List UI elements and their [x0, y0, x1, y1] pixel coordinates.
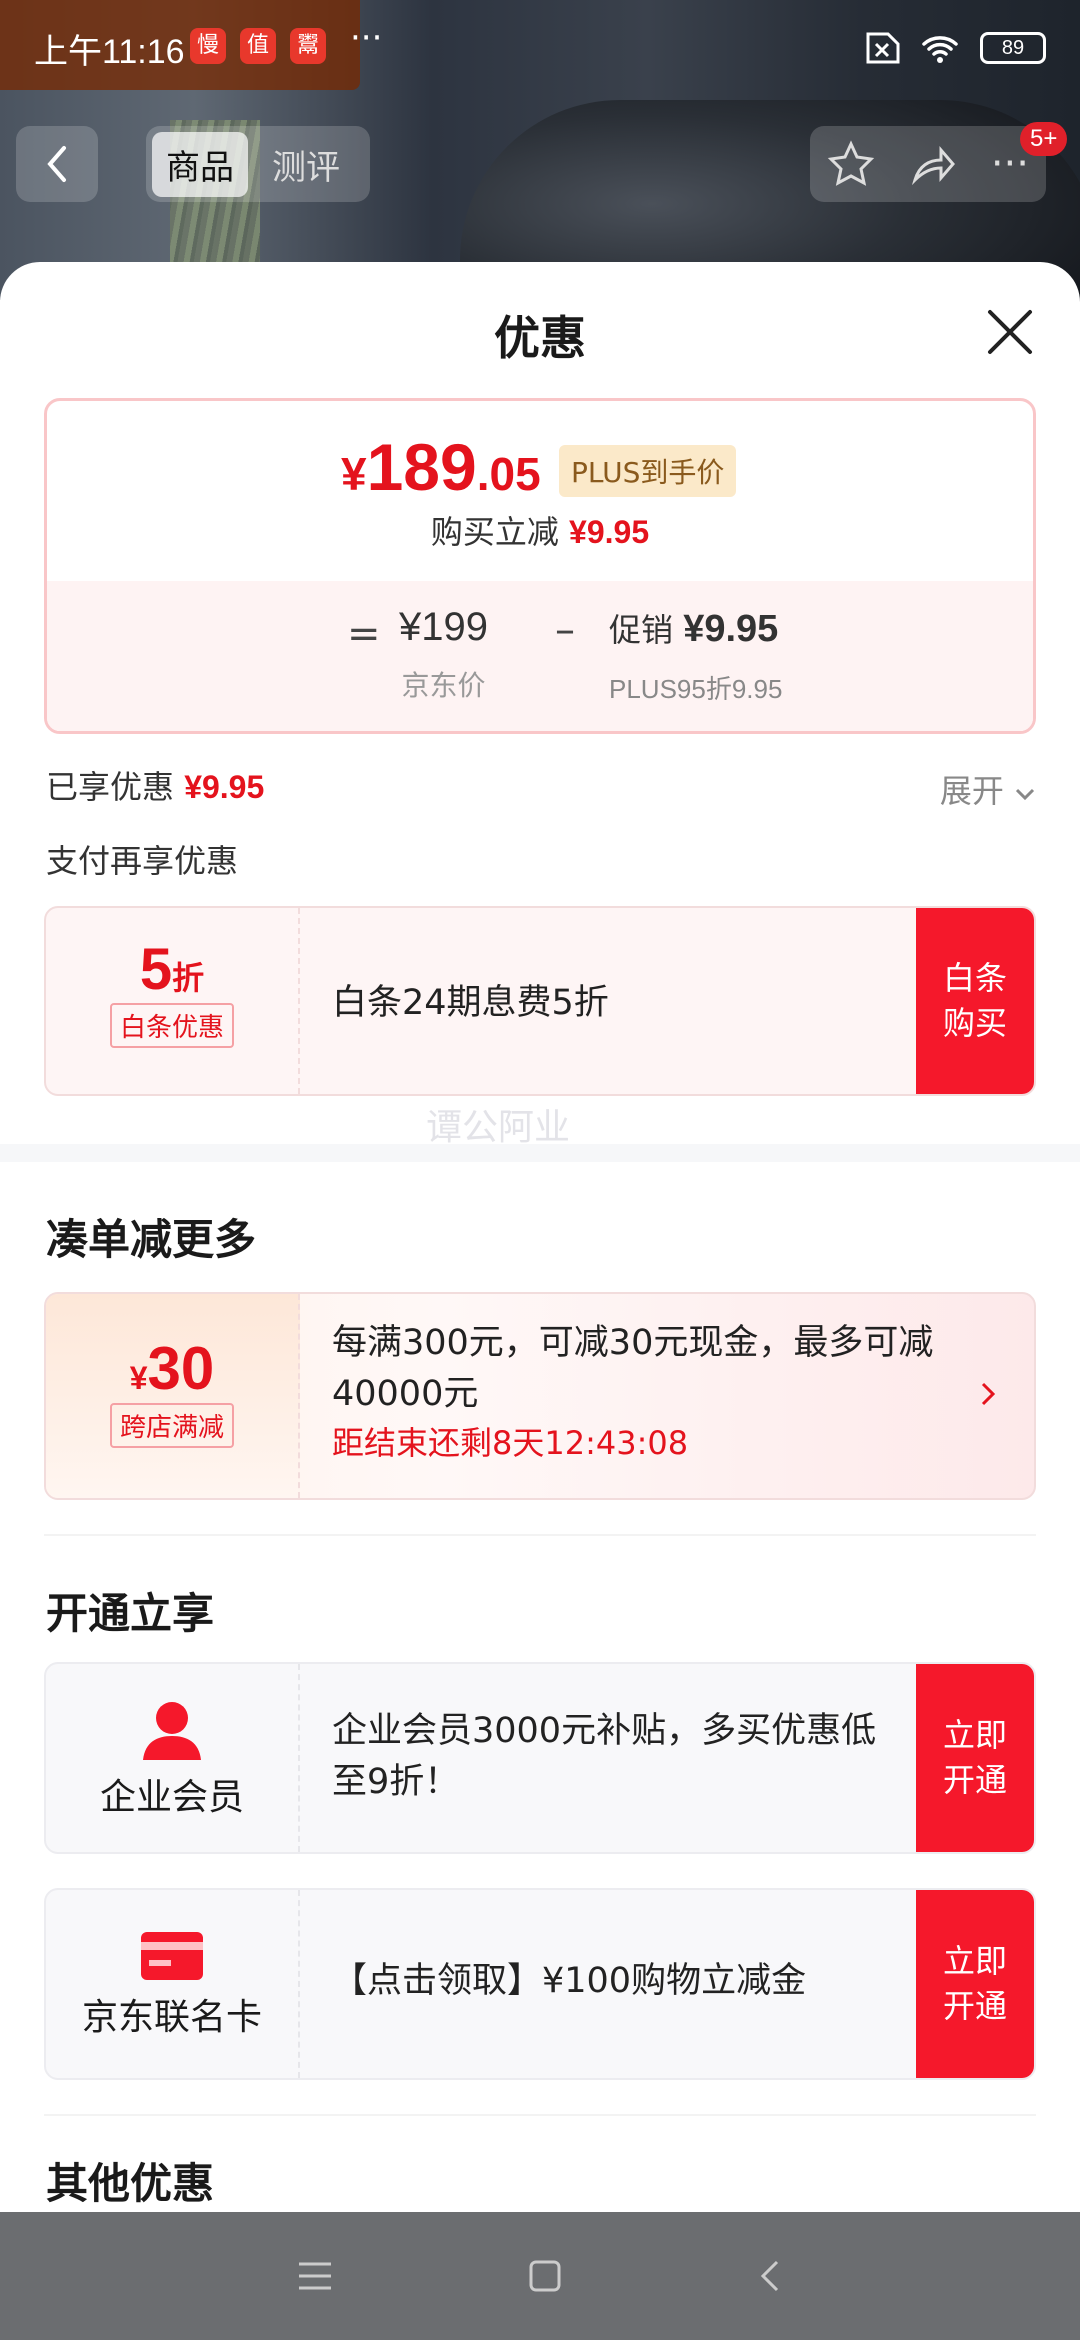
battery-icon: 89 [980, 32, 1046, 64]
user-icon [143, 1702, 201, 1760]
cross-store-tag: 跨店满减 [109, 1403, 234, 1448]
section-title-more: 凑单减更多 [46, 1215, 257, 1264]
countdown-timer: 距结束还剩8天12:43:08 [332, 1423, 689, 1462]
message-badge: 5+ [1020, 122, 1068, 156]
home-icon[interactable] [525, 2256, 565, 2296]
menu-icon[interactable] [295, 2258, 335, 2294]
cobrand-open-button[interactable]: 立即 开通 [916, 1890, 1034, 2078]
cobrand-card[interactable]: 京东联名卡 【点击领取】¥100购物立减金 立即 开通 [44, 1888, 1036, 2080]
credit-card-icon [141, 1932, 203, 1980]
cobrand-desc: 【点击领取】¥100购物立减金 [332, 1961, 807, 2001]
equals-sign: = [347, 611, 381, 657]
jd-price-label: 京东价 [401, 669, 486, 702]
watermark: 谭公阿业 [426, 1107, 571, 1148]
section-title-other: 其他优惠 [46, 2159, 215, 2208]
price-breakdown-card: ¥189.05 PLUS到手价 购买立减 ¥9.95 = ¥199 京东价 – … [44, 398, 1036, 734]
system-nav-bar [0, 2212, 1080, 2340]
wifi-icon [922, 36, 958, 63]
enterprise-desc: 企业会员3000元补贴，多买优惠低至9折！ [332, 1711, 877, 1802]
promo-block: 促销 ¥9.95 PLUS95折9.95 [563, 605, 782, 706]
purchase-reduction: 购买立减 ¥9.95 [430, 513, 650, 551]
price-formula: = ¥199 京东价 – 促销 ¥9.95 PLUS95折9.95 [47, 581, 1033, 731]
status-time: 上午11:16 [34, 33, 185, 71]
promo-label: 促销 [609, 611, 674, 649]
star-icon[interactable] [827, 140, 875, 188]
enterprise-open-button[interactable]: 立即 开通 [916, 1664, 1034, 1852]
promo-value: ¥9.95 [683, 608, 779, 650]
cross-store-info: 每满300元，可减30元现金，最多可减40000元 距结束还剩8天12:43:0… [332, 1318, 942, 1466]
divider [44, 1534, 1036, 1536]
expand-button[interactable]: 展开 [940, 766, 1036, 812]
close-icon[interactable] [980, 302, 1040, 362]
enterprise-label: 企业会员 [99, 1777, 244, 1818]
baitiao-tag: 白条优惠 [109, 1003, 234, 1048]
sim-off-icon [866, 32, 900, 64]
baitiao-desc: 白条24期息费5折 [332, 983, 609, 1023]
nav-actions: ··· [810, 126, 1046, 202]
jd-price-value: ¥199 [399, 605, 488, 649]
baitiao-coupon[interactable]: 5折 白条优惠 白条24期息费5折 白条 购买 [44, 906, 1036, 1096]
cross-store-amount: ¥30 [129, 1335, 215, 1402]
pay-more-label: 支付再享优惠 [46, 842, 239, 880]
sheet-title: 优惠 [494, 311, 586, 365]
final-price: ¥189.05 [341, 430, 541, 504]
chevron-left-icon [47, 146, 66, 182]
jd-price-block: ¥199 京东价 [399, 605, 488, 704]
chevron-right-icon [981, 1382, 996, 1406]
share-icon[interactable] [909, 140, 957, 188]
chevron-down-icon [1015, 788, 1035, 801]
section-divider [0, 1144, 1080, 1162]
notification-app-icon: 值 [240, 28, 276, 64]
cobrand-label: 京东联名卡 [81, 1997, 262, 2038]
notification-app-icon: 鬻 [290, 28, 326, 64]
enjoyed-discount: 已享优惠 ¥9.95 [46, 768, 265, 806]
divider [44, 2114, 1036, 2116]
status-bar: 上午11:16 慢 值 鬻 ··· 89 [0, 0, 1080, 96]
plus-price-tag: PLUS到手价 [559, 445, 737, 497]
baitiao-discount: 5折 [139, 937, 205, 1002]
more-notifications-icon: ··· [350, 18, 383, 58]
discount-sheet: 优惠 ¥189.05 PLUS到手价 购买立减 ¥9.95 = ¥199 京东价… [0, 262, 1080, 2212]
back-icon[interactable] [755, 2256, 785, 2296]
promo-detail: PLUS95折9.95 [609, 674, 783, 704]
tab-product[interactable]: 商品 [152, 131, 248, 197]
tab-review[interactable]: 测评 [258, 132, 354, 197]
enterprise-member-card[interactable]: 企业会员 企业会员3000元补贴，多买优惠低至9折！ 立即 开通 [44, 1662, 1036, 1854]
cross-store-desc: 每满300元，可减30元现金，最多可减40000元 [332, 1323, 934, 1414]
nav-tabs: 商品 测评 [146, 126, 370, 202]
cross-store-coupon[interactable]: ¥30 跨店满减 每满300元，可减30元现金，最多可减40000元 距结束还剩… [44, 1292, 1036, 1500]
back-button[interactable] [16, 126, 98, 202]
baitiao-buy-button[interactable]: 白条 购买 [916, 908, 1034, 1094]
section-title-open: 开通立享 [46, 1589, 215, 1638]
notification-app-icon: 慢 [190, 28, 226, 64]
